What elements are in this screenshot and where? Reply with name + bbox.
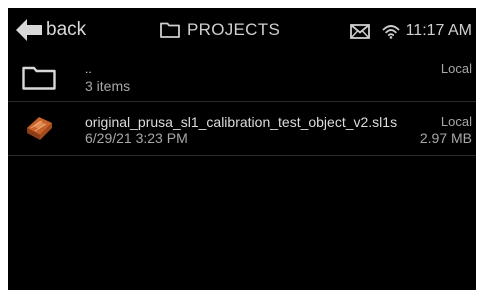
clock-text: 11:17 AM xyxy=(405,22,472,39)
item-location: Local xyxy=(440,114,472,129)
item-size: 2.97 MB xyxy=(419,130,472,146)
folder-icon xyxy=(22,66,56,95)
item-detail: 3 items xyxy=(85,78,131,94)
back-label: back xyxy=(46,19,87,40)
item-name: .. xyxy=(85,62,92,76)
folder-icon xyxy=(160,22,187,38)
file-row[interactable]: original_prusa_sl1_calibration_test_obje… xyxy=(8,102,476,156)
parent-folder-row[interactable]: .. 3 items Local xyxy=(8,54,476,102)
item-detail: 6/29/21 3:23 PM xyxy=(85,130,188,146)
file-list: .. 3 items Local original_prusa_sl1_cali… xyxy=(8,54,476,156)
header-bar: back PROJECTS 11:17 AM xyxy=(8,8,476,54)
sl1s-file-thumbnail xyxy=(22,113,56,146)
back-button[interactable]: back xyxy=(16,16,86,44)
status-bar: 11:17 AM xyxy=(349,19,472,43)
wifi-icon xyxy=(382,24,400,39)
page-title-text: PROJECTS xyxy=(187,20,281,39)
mail-icon xyxy=(349,23,370,39)
item-location: Local xyxy=(440,61,472,76)
page-title: PROJECTS xyxy=(160,18,280,42)
item-name: original_prusa_sl1_calibration_test_obje… xyxy=(85,114,398,130)
printer-screen: back PROJECTS 11:17 AM .. 3 items Local … xyxy=(8,8,476,290)
arrow-left-icon xyxy=(16,19,46,41)
